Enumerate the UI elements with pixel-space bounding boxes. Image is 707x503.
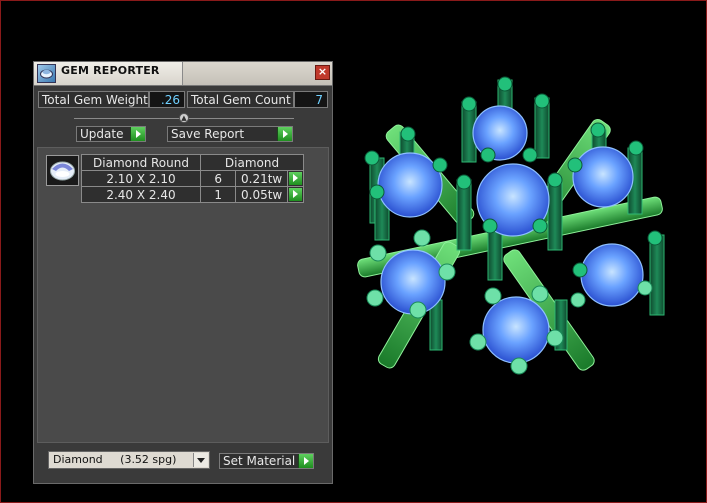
title-bar[interactable]: GEM REPORTER × <box>34 62 332 86</box>
collapse-toggle-icon[interactable]: ▲ <box>179 113 189 123</box>
set-material-button[interactable]: Set Material <box>219 453 314 469</box>
title-tab: GEM REPORTER <box>34 62 183 85</box>
column-header-material: Diamond <box>200 154 304 171</box>
select-row-button[interactable] <box>286 186 305 203</box>
window-title: GEM REPORTER <box>61 64 160 77</box>
gem-count-cell: 6 <box>199 170 237 187</box>
material-dropdown[interactable]: Diamond (3.52 spg) <box>48 451 210 469</box>
gem-report-list: Diamond Round Diamond 2.10 X 2.10 6 0.21… <box>37 147 329 443</box>
gem-weight-cell: 0.05tw <box>235 186 288 203</box>
close-icon[interactable]: × <box>315 65 330 80</box>
select-row-button[interactable] <box>286 170 305 187</box>
save-report-button[interactable]: Save Report <box>167 126 293 142</box>
set-material-button-label: Set Material <box>223 454 296 468</box>
gem-reporter-panel: GEM REPORTER × Total Gem Weight .26 Tota… <box>33 61 333 484</box>
total-gem-weight-label: Total Gem Weight <box>38 91 149 108</box>
chevron-down-icon[interactable] <box>193 453 208 467</box>
gem-size-cell: 2.40 X 2.40 <box>81 186 201 203</box>
play-arrow-icon <box>288 188 302 201</box>
table-header-row: Diamond Round Diamond <box>81 154 304 171</box>
round-gem-icon <box>46 155 79 186</box>
table-row[interactable]: 2.10 X 2.10 6 0.21tw <box>81 170 305 187</box>
gem-size-cell: 2.10 X 2.10 <box>81 170 201 187</box>
play-arrow-icon <box>277 127 292 141</box>
gem-weight-cell: 0.21tw <box>235 170 288 187</box>
total-gem-count-value: 7 <box>294 91 328 108</box>
update-button-label: Update <box>80 127 124 141</box>
play-arrow-icon <box>130 127 145 141</box>
gem-count-cell: 1 <box>199 186 237 203</box>
material-selected-value: Diamond (3.52 spg) <box>53 453 177 466</box>
play-arrow-icon <box>288 172 302 185</box>
ring-model <box>357 76 665 375</box>
play-arrow-icon <box>298 454 313 468</box>
total-gem-count-label: Total Gem Count <box>187 91 294 108</box>
table-row[interactable]: 2.40 X 2.40 1 0.05tw <box>81 186 305 203</box>
update-button[interactable]: Update <box>76 126 146 142</box>
column-header-shape: Diamond Round <box>81 154 201 171</box>
gem-reporter-icon <box>37 64 56 83</box>
gem-table: Diamond Round Diamond 2.10 X 2.10 6 0.21… <box>81 154 305 203</box>
save-report-button-label: Save Report <box>171 127 245 141</box>
total-gem-weight-value: .26 <box>149 91 185 108</box>
